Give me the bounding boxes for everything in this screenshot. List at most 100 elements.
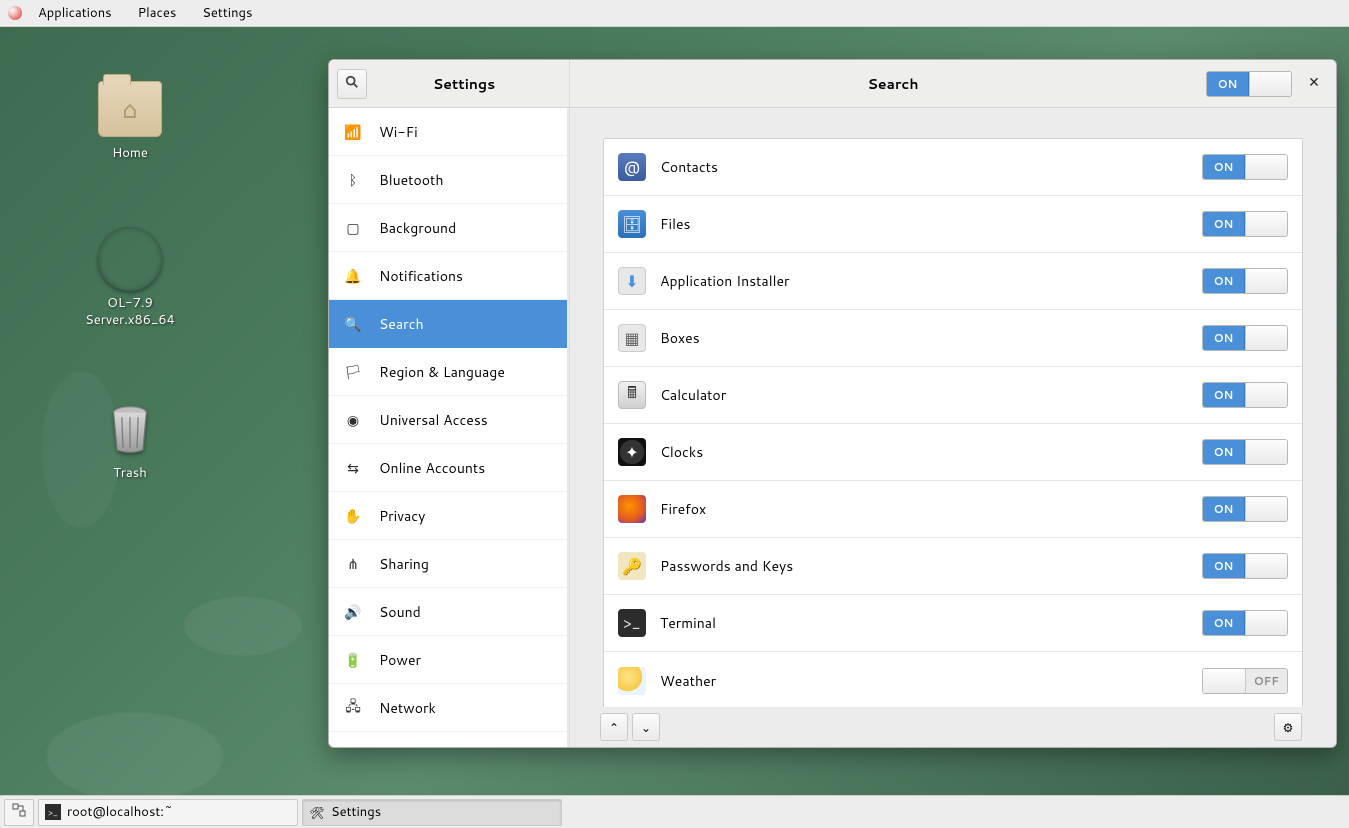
search-app-row-files[interactable]: 🗄FilesON — [604, 196, 1302, 253]
toggle-on-label: ON — [1203, 383, 1245, 407]
sharing-icon: ⋔ — [345, 556, 361, 572]
firefox-icon — [618, 495, 646, 523]
sidebar-item-label: Search — [379, 314, 424, 334]
search-app-label: Boxes — [660, 328, 1202, 348]
sidebar-item-label: Universal Access — [379, 410, 488, 430]
taskbar-item-label: root@localhost:~ — [67, 803, 173, 821]
sidebar-item-label: Sharing — [379, 554, 429, 574]
search-app-list: @ContactsON🗄FilesON⬇Application Installe… — [603, 138, 1303, 707]
notifications-icon: 🔔 — [345, 268, 361, 284]
toggle-files[interactable]: ON — [1202, 211, 1288, 237]
search-app-label: Passwords and Keys — [660, 556, 1202, 576]
search-app-row-installer[interactable]: ⬇Application InstallerON — [604, 253, 1302, 310]
sidebar-item-label: Privacy — [379, 506, 425, 526]
toggle-clocks[interactable]: ON — [1202, 439, 1288, 465]
toggle-knob — [1245, 326, 1287, 350]
sidebar-item-universal[interactable]: ◉Universal Access — [329, 396, 567, 444]
desktop-icon-trash[interactable]: Trash — [80, 397, 180, 482]
menu-settings[interactable]: Settings — [202, 4, 252, 22]
distro-logo-icon — [8, 6, 22, 20]
search-icon — [345, 72, 359, 95]
move-up-button[interactable]: ⌃ — [600, 713, 628, 741]
window-close-button[interactable]: ✕ — [1302, 72, 1326, 96]
sidebar-item-label: Wi-Fi — [379, 122, 418, 142]
bluetooth-icon: ᛒ — [345, 172, 361, 188]
toggle-knob — [1249, 72, 1291, 96]
search-app-row-contacts[interactable]: @ContactsON — [604, 139, 1302, 196]
menu-applications[interactable]: Applications — [38, 4, 112, 22]
privacy-icon: ✋ — [345, 508, 361, 524]
menu-places[interactable]: Places — [138, 4, 177, 22]
network-icon: 🖧 — [345, 700, 361, 716]
search-master-toggle[interactable]: ON OFF — [1206, 71, 1292, 97]
sidebar-item-notifications[interactable]: 🔔 Notifications — [329, 252, 567, 300]
sidebar-item-search[interactable]: 🔍Search — [329, 300, 567, 348]
bottom-taskbar: >_ root@localhost:~ 🛠 Settings — [0, 795, 1349, 828]
files-icon: 🗄 — [618, 210, 646, 238]
sidebar-item-region[interactable]: 🏳Region & Language — [329, 348, 567, 396]
search-app-row-passwords[interactable]: 🔑 Passwords and KeysON — [604, 538, 1302, 595]
sidebar-item-online[interactable]: ⇆Online Accounts — [329, 444, 567, 492]
chevron-up-icon: ⌃ — [609, 719, 619, 736]
search-app-row-terminal[interactable]: >_TerminalON — [604, 595, 1302, 652]
settings-window: Settings 📶Wi-FiᛒBluetooth▢Background 🔔 Not… — [328, 59, 1337, 748]
settings-content: Search ON OFF ✕ @ContactsON🗄FilesON⬇Appl… — [570, 60, 1336, 747]
search-providers-panel: @ContactsON🗄FilesON⬇Application Installe… — [570, 108, 1336, 707]
sidebar-item-bluetooth[interactable]: ᛒBluetooth — [329, 156, 567, 204]
sidebar-item-wifi[interactable]: 📶Wi-Fi — [329, 108, 567, 156]
toggle-on-label: ON — [1203, 554, 1245, 578]
toggle-on-label: ON — [1203, 440, 1245, 464]
sidebar-item-label: Network — [379, 698, 436, 718]
sidebar-item-power[interactable]: 🔋Power — [329, 636, 567, 684]
search-app-row-firefox[interactable]: FirefoxON — [604, 481, 1302, 538]
boxes-icon: ▦ — [618, 324, 646, 352]
workspace-switcher-button[interactable] — [4, 799, 34, 826]
gear-icon: ⚙ — [1283, 719, 1294, 736]
sidebar-item-privacy[interactable]: ✋ Privacy — [329, 492, 567, 540]
passwords-icon: 🔑 — [618, 552, 646, 580]
search-app-row-clocks[interactable]: ✦ClocksON — [604, 424, 1302, 481]
taskbar-item-settings[interactable]: 🛠 Settings — [302, 799, 562, 826]
terminal-icon: >_ — [618, 609, 646, 637]
sidebar-list[interactable]: 📶Wi-FiᛒBluetooth▢Background 🔔 Notification… — [329, 108, 569, 747]
toggle-knob — [1245, 212, 1287, 236]
toggle-passwords[interactable]: ON — [1202, 553, 1288, 579]
content-footer: ⌃ ⌄ ⚙ — [570, 707, 1336, 747]
search-app-row-weather[interactable]: WeatherOFF — [604, 652, 1302, 707]
sidebar-item-sharing[interactable]: ⋔ Sharing — [329, 540, 567, 588]
search-app-row-boxes[interactable]: ▦ BoxesON — [604, 310, 1302, 367]
desktop-icon-disc[interactable]: OL-7.9 Server.x86_64 — [80, 227, 180, 329]
sound-icon: 🔊 — [345, 604, 361, 620]
toggle-knob — [1245, 383, 1287, 407]
toggle-on-label: ON — [1203, 611, 1245, 635]
toggle-knob — [1203, 669, 1246, 693]
search-app-label: Calculator — [660, 385, 1202, 405]
sidebar-item-background[interactable]: ▢Background — [329, 204, 567, 252]
toggle-calculator[interactable]: ON — [1202, 382, 1288, 408]
settings-sidebar: Settings 📶Wi-FiᛒBluetooth▢Background 🔔 Not… — [329, 60, 570, 747]
toggle-weather[interactable]: OFF — [1202, 668, 1288, 694]
move-down-button[interactable]: ⌄ — [632, 713, 660, 741]
toggle-boxes[interactable]: ON — [1202, 325, 1288, 351]
sidebar-item-label: Online Accounts — [379, 458, 485, 478]
toggle-installer[interactable]: ON — [1202, 268, 1288, 294]
sidebar-title: Settings — [367, 74, 561, 94]
sidebar-item-network[interactable]: 🖧 Network — [329, 684, 567, 732]
search-app-label: Clocks — [660, 442, 1202, 462]
region-icon: 🏳 — [345, 364, 361, 380]
sidebar-item-label: Notifications — [379, 266, 463, 286]
search-app-row-calculator[interactable]: 🖩CalculatorON — [604, 367, 1302, 424]
workspace-icon — [12, 803, 26, 822]
toggle-contacts[interactable]: ON — [1202, 154, 1288, 180]
chevron-down-icon: ⌄ — [641, 719, 651, 736]
toggle-on-label: ON — [1207, 72, 1249, 96]
search-settings-button[interactable]: ⚙ — [1274, 713, 1302, 741]
sidebar-item-label: Background — [379, 218, 456, 238]
toggle-terminal[interactable]: ON — [1202, 610, 1288, 636]
toggle-knob — [1245, 497, 1287, 521]
toggle-firefox[interactable]: ON — [1202, 496, 1288, 522]
sidebar-search-button[interactable] — [337, 69, 367, 99]
taskbar-item-terminal[interactable]: >_ root@localhost:~ — [38, 799, 298, 826]
desktop-icon-home[interactable]: ⌂ Home — [80, 77, 180, 162]
sidebar-item-sound[interactable]: 🔊Sound — [329, 588, 567, 636]
